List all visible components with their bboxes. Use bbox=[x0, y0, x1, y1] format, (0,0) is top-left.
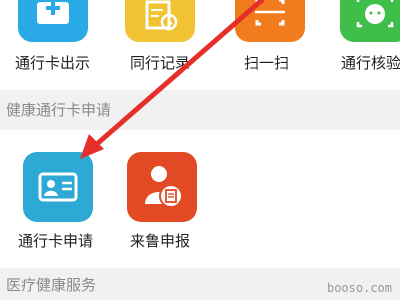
face-verify-icon bbox=[356, 0, 394, 28]
top-service-row: 通行卡出示 同行记录 扫一扫 通行核验 bbox=[0, 0, 400, 94]
tile-pass-show[interactable] bbox=[18, 0, 88, 42]
scan-icon bbox=[255, 0, 285, 26]
tile-label: 同行记录 bbox=[130, 54, 191, 72]
tile-label: 来鲁申报 bbox=[130, 232, 191, 250]
tile-pass-verify[interactable] bbox=[340, 0, 400, 42]
section-title: 健康通行卡申请 bbox=[6, 101, 112, 119]
tile-label: 扫一扫 bbox=[244, 54, 290, 72]
section-header-health-pass: 健康通行卡申请 bbox=[0, 90, 400, 130]
watermark-text: booso.com bbox=[326, 281, 392, 295]
health-pass-row: 通行卡申请 来鲁申报 bbox=[0, 130, 400, 268]
document-clock-icon bbox=[145, 0, 178, 31]
user-report-icon bbox=[145, 166, 183, 208]
tile-label: 通行核验 bbox=[341, 54, 400, 72]
tile-peer-records[interactable] bbox=[125, 0, 195, 42]
tile-label: 通行卡申请 bbox=[18, 232, 94, 250]
id-card-icon bbox=[38, 172, 78, 202]
section-title: 医疗健康服务 bbox=[6, 276, 97, 294]
tile-pass-apply[interactable] bbox=[23, 152, 93, 222]
medical-card-icon bbox=[37, 1, 69, 24]
tile-shandong-declaration[interactable] bbox=[127, 152, 197, 222]
tile-scan[interactable] bbox=[235, 0, 305, 42]
tile-label: 通行卡出示 bbox=[15, 54, 91, 72]
